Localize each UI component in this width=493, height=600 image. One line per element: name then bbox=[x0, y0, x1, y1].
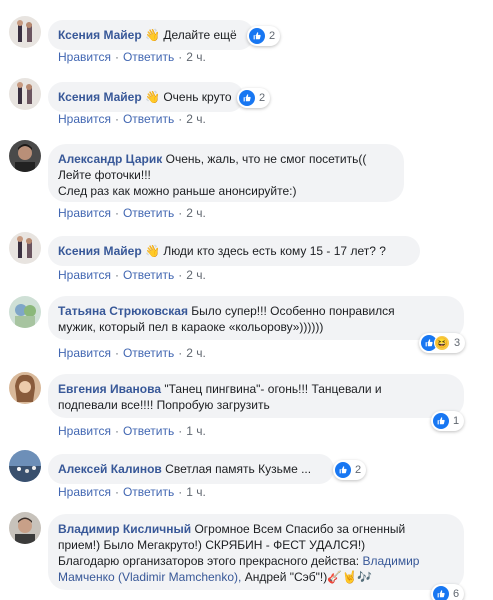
avatar[interactable] bbox=[9, 372, 41, 404]
reaction-count[interactable]: 1 bbox=[431, 411, 465, 431]
wave-icon: 👋 bbox=[145, 244, 160, 258]
comment-time[interactable]: 2 ч. bbox=[186, 206, 206, 220]
comment-time[interactable]: 1 ч. bbox=[186, 485, 206, 499]
comment-time[interactable]: 2 ч. bbox=[186, 268, 206, 282]
reply-button[interactable]: Ответить bbox=[123, 485, 174, 499]
comment-actions: Нравится · Ответить · 2 ч. bbox=[58, 346, 206, 360]
avatar-photo-icon bbox=[9, 450, 41, 482]
comment-time[interactable]: 2 ч. bbox=[186, 112, 206, 126]
comment-author[interactable]: Ксения Майер bbox=[58, 28, 142, 42]
avatar[interactable] bbox=[9, 512, 41, 544]
comment-bubble: Александр Царик Очень, жаль, что не смог… bbox=[48, 144, 404, 202]
like-button[interactable]: Нравится bbox=[58, 112, 111, 126]
comment-actions: Нравится · Ответить · 2 ч. bbox=[58, 206, 206, 220]
avatar-photo-icon bbox=[9, 232, 41, 264]
comment-author[interactable]: Евгения Иванова bbox=[58, 382, 161, 396]
comment-actions: Нравится · Ответить · 2 ч. bbox=[58, 50, 206, 64]
reply-button[interactable]: Ответить bbox=[123, 206, 174, 220]
rock-hand-icon: 🤘 bbox=[342, 570, 358, 584]
comment-actions: Нравится · Ответить · 2 ч. bbox=[58, 268, 206, 282]
comment-bubble: Алексей Калинов Светлая память Кузьме ..… bbox=[48, 454, 334, 484]
comment-text: Люди кто здесь есть кому 15 - 17 лет? ? bbox=[163, 244, 386, 258]
comment-text: Делайте ещё bbox=[163, 28, 237, 42]
like-button[interactable]: Нравится bbox=[58, 485, 111, 499]
reaction-count[interactable]: 6 bbox=[431, 584, 465, 600]
avatar-photo-icon bbox=[9, 512, 41, 544]
reply-button[interactable]: Ответить bbox=[123, 112, 174, 126]
comment-text: Очень круто bbox=[163, 90, 232, 104]
wave-icon: 👋 bbox=[145, 90, 160, 104]
like-button[interactable]: Нравится bbox=[58, 346, 111, 360]
haha-icon: 😆 bbox=[434, 335, 450, 351]
reaction-count[interactable]: 😆 3 bbox=[419, 333, 466, 353]
reply-button[interactable]: Ответить bbox=[123, 346, 174, 360]
comment-bubble: Владимир Кисличный Огромное Всем Спасибо… bbox=[48, 514, 464, 590]
comment-text: Было супер!!! Особенно понравился bbox=[191, 304, 395, 318]
like-button[interactable]: Нравится bbox=[58, 50, 111, 64]
avatar-photo-icon bbox=[9, 140, 41, 172]
reaction-count[interactable]: 2 bbox=[237, 88, 271, 108]
avatar-photo-icon bbox=[9, 78, 41, 110]
avatar[interactable] bbox=[9, 78, 41, 110]
reply-button[interactable]: Ответить bbox=[123, 268, 174, 282]
reply-button[interactable]: Ответить bbox=[123, 50, 174, 64]
avatar-photo-icon bbox=[9, 296, 41, 328]
music-notes-icon: 🎶 bbox=[357, 570, 373, 584]
avatar-photo-icon bbox=[9, 16, 41, 48]
comment-bubble: Ксения Майер 👋 Делайте ещё bbox=[48, 20, 254, 50]
comment-bubble: Ксения Майер 👋 Очень круто bbox=[48, 82, 244, 112]
reply-button[interactable]: Ответить bbox=[123, 424, 174, 438]
mention-link[interactable]: Владимир bbox=[362, 554, 419, 568]
like-icon bbox=[433, 413, 449, 429]
like-icon bbox=[335, 462, 351, 478]
comment-bubble: Ксения Майер 👋 Люди кто здесь есть кому … bbox=[48, 236, 420, 266]
comment-author[interactable]: Владимир Кисличный bbox=[58, 522, 191, 536]
comment-bubble: Татьяна Стрюковская Было супер!!! Особен… bbox=[48, 296, 464, 340]
comment-author[interactable]: Ксения Майер bbox=[58, 244, 142, 258]
reaction-count[interactable]: 2 bbox=[333, 460, 367, 480]
comment-text: "Танец пингвина"- огонь!!! Танцевали и bbox=[164, 382, 382, 396]
comment-author[interactable]: Ксения Майер bbox=[58, 90, 142, 104]
comment-author[interactable]: Александр Царик bbox=[58, 152, 162, 166]
avatar[interactable] bbox=[9, 296, 41, 328]
comment-actions: Нравится · Ответить · 2 ч. bbox=[58, 112, 206, 126]
wave-icon: 👋 bbox=[145, 28, 160, 42]
like-button[interactable]: Нравится bbox=[58, 268, 111, 282]
avatar[interactable] bbox=[9, 450, 41, 482]
comment-text: Светлая память Кузьме ... bbox=[165, 462, 312, 476]
like-button[interactable]: Нравится bbox=[58, 424, 111, 438]
comment-actions: Нравится · Ответить · 1 ч. bbox=[58, 424, 206, 438]
reaction-count[interactable]: 2 bbox=[247, 26, 281, 46]
like-icon bbox=[239, 90, 255, 106]
comment-time[interactable]: 2 ч. bbox=[186, 50, 206, 64]
like-icon bbox=[249, 28, 265, 44]
avatar[interactable] bbox=[9, 140, 41, 172]
comment-text: Очень, жаль, что не смог посетить(( bbox=[165, 152, 367, 166]
comment-author[interactable]: Алексей Калинов bbox=[58, 462, 162, 476]
mention-link[interactable]: Мамченко (Vladimir Mamchenko), bbox=[58, 570, 241, 584]
like-icon bbox=[433, 586, 449, 600]
avatar-photo-icon bbox=[9, 372, 41, 404]
avatar[interactable] bbox=[9, 16, 41, 48]
comment-bubble: Евгения Иванова "Танец пингвина"- огонь!… bbox=[48, 374, 464, 418]
comment-author[interactable]: Татьяна Стрюковская bbox=[58, 304, 188, 318]
comment-actions: Нравится · Ответить · 1 ч. bbox=[58, 485, 206, 499]
avatar[interactable] bbox=[9, 232, 41, 264]
comment-time[interactable]: 1 ч. bbox=[186, 424, 206, 438]
comment-text: Огромное Всем Спасибо за огненный bbox=[194, 522, 406, 536]
guitar-icon: 🎸 bbox=[327, 570, 343, 584]
like-button[interactable]: Нравится bbox=[58, 206, 111, 220]
comment-time[interactable]: 2 ч. bbox=[186, 346, 206, 360]
